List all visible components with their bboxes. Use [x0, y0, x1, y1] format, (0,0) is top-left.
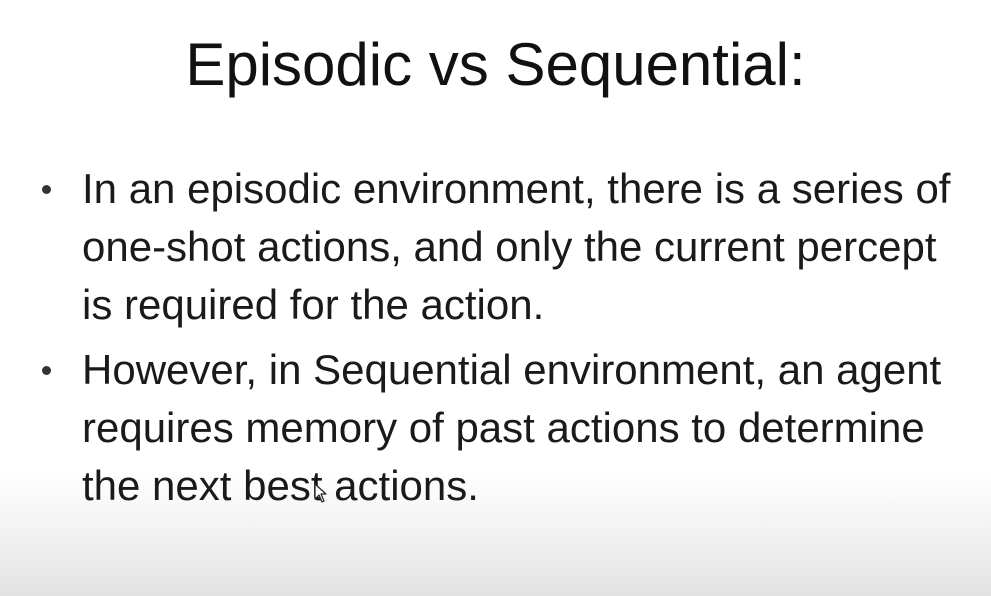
slide-title: Episodic vs Sequential:	[185, 31, 806, 98]
bullet-item-2: However, in Sequential environment, an a…	[38, 341, 978, 515]
bullet-text-2: However, in Sequential environment, an a…	[82, 346, 942, 509]
slide: Episodic vs Sequential: In an episodic e…	[0, 0, 991, 596]
mouse-pointer-icon	[314, 483, 327, 503]
bullet-text-1: In an episodic environment, there is a s…	[82, 165, 951, 328]
bullet-item-1: In an episodic environment, there is a s…	[38, 160, 978, 334]
bullet-dot-icon	[42, 185, 51, 194]
bullet-dot-icon	[42, 366, 51, 375]
bullet-list: In an episodic environment, there is a s…	[38, 160, 978, 522]
